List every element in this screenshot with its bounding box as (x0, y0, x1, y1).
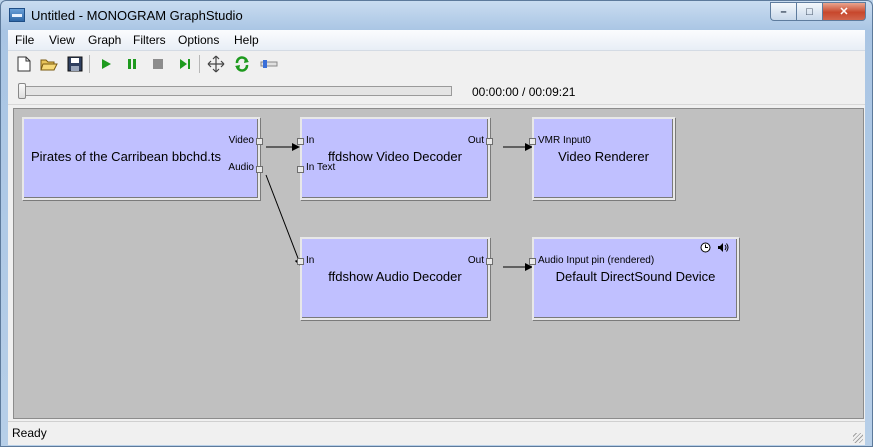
pause-icon[interactable] (123, 55, 141, 73)
menu-view-label: View (49, 33, 75, 47)
window-controls: – □ ✕ (770, 2, 866, 21)
play-icon[interactable] (97, 55, 115, 73)
toolbar-separator (199, 55, 200, 73)
toolbar-separator (89, 55, 90, 73)
pin-label: Out (467, 135, 484, 146)
time-display: 00:00:00 / 00:09:21 (472, 85, 576, 99)
menu-bar: File View Graph Filters Options Help (8, 30, 865, 51)
input-pin-in[interactable] (297, 138, 304, 145)
menu-options[interactable]: Options (178, 33, 219, 47)
menu-help[interactable]: Help (234, 33, 259, 47)
pin-label: Out (467, 255, 484, 266)
app-window: Untitled - MONOGRAM GraphStudio – □ ✕ Fi… (0, 0, 873, 447)
menu-help-label: Help (234, 33, 259, 47)
refresh-icon[interactable] (233, 55, 251, 73)
pin-label: In (306, 255, 315, 266)
speaker-icon (717, 242, 729, 256)
menu-view[interactable]: View (49, 33, 75, 47)
menu-file[interactable]: File (15, 33, 34, 47)
filter-name: Pirates of the Carribean bbchd.ts (30, 149, 222, 164)
menu-graph-label: Graph (88, 33, 122, 47)
status-bar: Ready (8, 421, 865, 445)
clock-icon (700, 242, 711, 256)
filter-video-decoder[interactable]: ffdshow Video Decoder In In Text Out (297, 117, 493, 200)
client-area: File View Graph Filters Options Help 00:… (8, 30, 865, 445)
open-folder-icon[interactable] (40, 55, 58, 73)
filter-name: Video Renderer (558, 149, 649, 164)
new-document-icon[interactable] (15, 55, 33, 73)
save-icon[interactable] (66, 55, 84, 73)
filter-name: ffdshow Audio Decoder (328, 269, 462, 284)
maximize-button[interactable]: □ (796, 2, 822, 21)
title-bar[interactable]: Untitled - MONOGRAM GraphStudio – □ ✕ (1, 1, 872, 30)
pin-label: In Text (306, 162, 336, 173)
input-pin-vmr[interactable] (529, 138, 536, 145)
graph-canvas[interactable]: Pirates of the Carribean bbchd.ts Video … (13, 108, 864, 419)
pin-label: VMR Input0 (538, 135, 591, 146)
close-button[interactable]: ✕ (822, 2, 866, 21)
pin-label: Audio Input pin (rendered) (538, 255, 655, 266)
toolbar (8, 51, 865, 77)
filter-video-renderer[interactable]: Video Renderer VMR Input0 (529, 117, 675, 200)
menu-file-label: File (15, 33, 35, 47)
pin-label: In (306, 135, 315, 146)
status-text: Ready (12, 426, 47, 440)
menu-filters-label: Filters (133, 33, 166, 47)
input-pin-audio[interactable] (529, 258, 536, 265)
seek-icon[interactable] (260, 55, 278, 73)
filter-audio-renderer[interactable]: Default DirectSound Device Audio Input p… (529, 237, 739, 320)
output-pin-out[interactable] (486, 258, 493, 265)
seek-thumb[interactable] (18, 83, 26, 99)
menu-options-label: Options (178, 33, 220, 47)
output-pin-audio[interactable] (256, 166, 263, 173)
seek-row: 00:00:00 / 00:09:21 (8, 78, 865, 105)
seek-bar[interactable] (18, 86, 452, 96)
filter-audio-decoder[interactable]: ffdshow Audio Decoder In Out (297, 237, 493, 320)
pin-label: Audio (228, 162, 254, 173)
window-title: Untitled - MONOGRAM GraphStudio (31, 8, 243, 23)
app-icon (9, 8, 25, 22)
minimize-button[interactable]: – (770, 2, 796, 21)
stop-icon[interactable] (149, 55, 167, 73)
output-pin-video[interactable] (256, 138, 263, 145)
output-pin-out[interactable] (486, 138, 493, 145)
filter-source[interactable]: Pirates of the Carribean bbchd.ts Video … (22, 117, 263, 200)
connection-audio (265, 174, 303, 267)
menu-filters[interactable]: Filters (133, 33, 166, 47)
input-pin-in-text[interactable] (297, 166, 304, 173)
filter-name: Default DirectSound Device (555, 269, 716, 284)
step-forward-icon[interactable] (176, 55, 194, 73)
input-pin-in[interactable] (297, 258, 304, 265)
resize-grip[interactable] (853, 433, 863, 443)
pin-label: Video (228, 135, 254, 146)
menu-graph[interactable]: Graph (88, 33, 121, 47)
arrange-icon[interactable] (207, 55, 225, 73)
